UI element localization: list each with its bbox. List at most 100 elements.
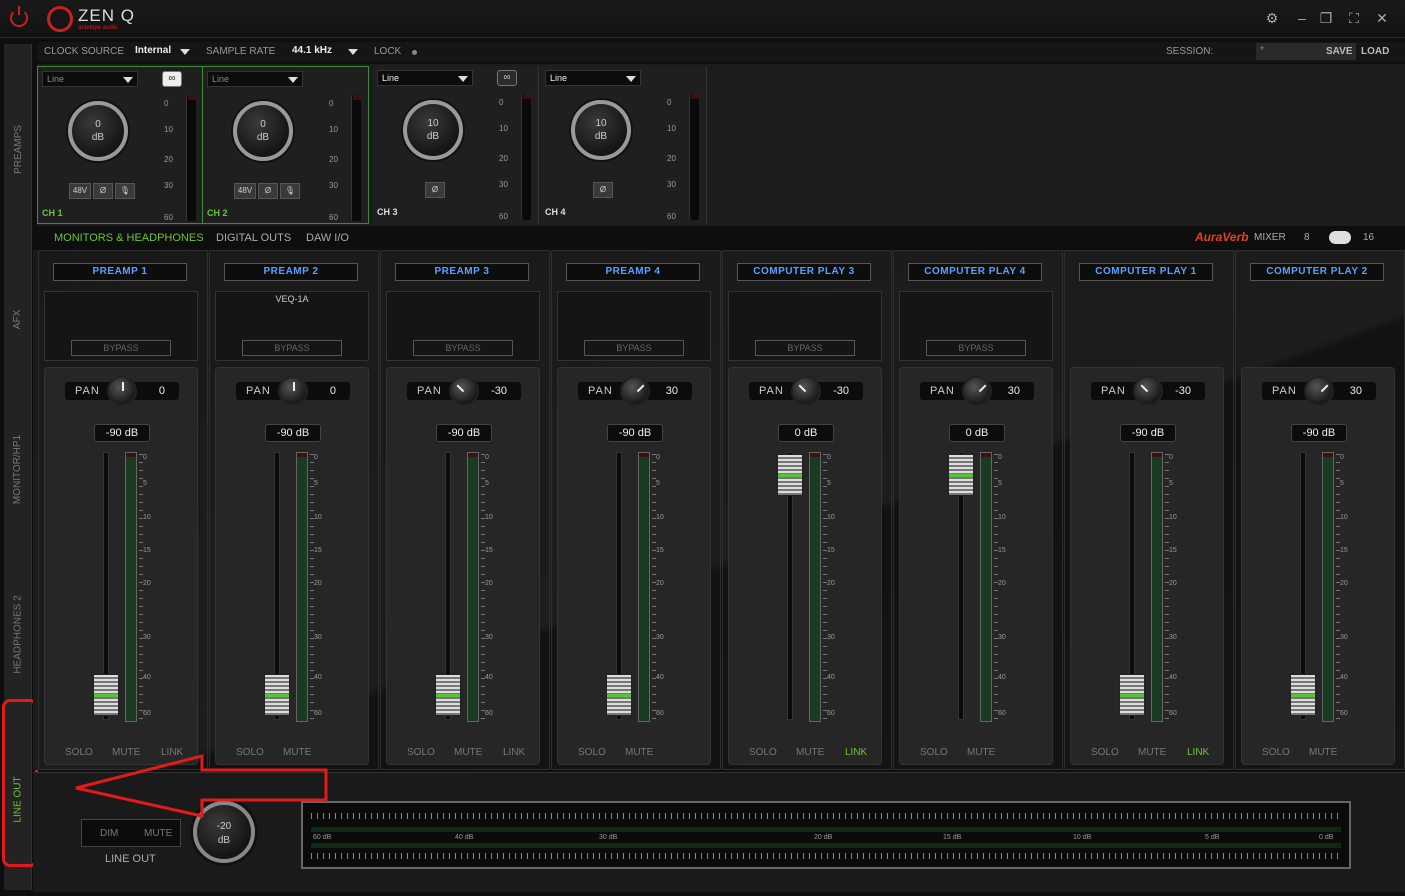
mixer-size-8[interactable]: 8 [1304, 232, 1310, 243]
fader-level-value[interactable]: 0 dB [778, 424, 834, 442]
chevron-down-icon[interactable] [180, 49, 190, 55]
preamp-channel-2[interactable]: Line 0 dB 48V Ø 🎙 CH 2 0 10 20 30 60 [203, 66, 369, 224]
fader-handle[interactable] [435, 674, 461, 716]
pan-knob[interactable] [449, 376, 479, 406]
link-icon[interactable]: ∞ [162, 71, 182, 87]
gain-knob[interactable]: 10 dB [403, 100, 463, 160]
fader-level-value[interactable]: -90 dB [436, 424, 492, 442]
solo-button[interactable]: SOLO [407, 747, 435, 758]
fader-handle[interactable] [606, 674, 632, 716]
restore-icon[interactable]: ❐ [1318, 10, 1334, 26]
fx-slot[interactable]: BYPASS [728, 291, 882, 361]
solo-button[interactable]: SOLO [578, 747, 606, 758]
phantom-48v-button[interactable]: 48V [234, 183, 256, 199]
channel-name[interactable]: PREAMP 4 [566, 263, 700, 281]
preamp-channel-3[interactable]: Line ∞ 10 dB Ø CH 3 0 10 20 30 60 [373, 66, 539, 224]
pan-knob[interactable] [620, 376, 650, 406]
pan-knob[interactable] [962, 376, 992, 406]
link-button[interactable]: LINK [1187, 747, 1209, 758]
mute-button[interactable]: MUTE [625, 747, 653, 758]
fx-slot[interactable]: BYPASS [899, 291, 1053, 361]
pan-knob[interactable] [278, 376, 308, 406]
fader-handle[interactable] [1119, 674, 1145, 716]
mute-button[interactable]: MUTE [1309, 747, 1337, 758]
gain-knob[interactable]: 0 dB [68, 101, 128, 161]
fader-level-value[interactable]: -90 dB [1120, 424, 1176, 442]
fx-slot[interactable]: VEQ-1A BYPASS [215, 291, 369, 361]
mute-button[interactable]: MUTE [796, 747, 824, 758]
gain-knob[interactable]: 10 dB [571, 100, 631, 160]
fader-level-value[interactable]: -90 dB [1291, 424, 1347, 442]
sidebar-item-preamps[interactable]: PREAMPS [4, 84, 32, 214]
auraverb-button[interactable]: AuraVerb [1195, 230, 1249, 244]
channel-name[interactable]: PREAMP 1 [53, 263, 187, 281]
mute-button[interactable]: MUTE [967, 747, 995, 758]
sample-rate-select[interactable]: 44.1 kHz [292, 45, 332, 56]
input-type-select[interactable]: Line [545, 70, 641, 86]
phase-button[interactable]: Ø [425, 182, 445, 198]
input-type-select[interactable]: Line [207, 71, 303, 87]
bypass-button[interactable]: BYPASS [584, 340, 684, 356]
tab-daw-io[interactable]: DAW I/O [306, 232, 349, 244]
bypass-button[interactable]: BYPASS [71, 340, 171, 356]
bypass-button[interactable]: BYPASS [242, 340, 342, 356]
close-icon[interactable]: ✕ [1374, 10, 1390, 26]
fader-handle[interactable] [264, 674, 290, 716]
tab-monitors-headphones[interactable]: MONITORS & HEADPHONES [54, 232, 204, 244]
link-button[interactable]: LINK [845, 747, 867, 758]
mixer-size-toggle[interactable] [1329, 231, 1351, 244]
channel-name[interactable]: PREAMP 3 [395, 263, 529, 281]
pan-knob[interactable] [107, 376, 137, 406]
mic-icon[interactable]: 🎙 [280, 183, 300, 199]
sidebar-item-afx[interactable]: AFX [4, 274, 32, 364]
tab-digital-outs[interactable]: DIGITAL OUTS [216, 232, 291, 244]
clock-source-select[interactable]: Internal [135, 45, 171, 56]
fx-slot[interactable]: BYPASS [386, 291, 540, 361]
phase-button[interactable]: Ø [258, 183, 278, 199]
dim-button[interactable]: DIM [100, 828, 118, 839]
gain-knob[interactable]: 0 dB [233, 101, 293, 161]
fader-handle[interactable] [93, 674, 119, 716]
power-icon[interactable] [10, 6, 28, 27]
pan-knob[interactable] [1304, 376, 1334, 406]
link-icon[interactable]: ∞ [497, 70, 517, 86]
lock-indicator[interactable] [412, 50, 417, 55]
preamp-channel-1[interactable]: Line ∞ 0 dB 48V Ø 🎙 CH 1 0 10 20 30 60 [37, 66, 203, 224]
fader-level-value[interactable]: -90 dB [607, 424, 663, 442]
bypass-button[interactable]: BYPASS [755, 340, 855, 356]
chevron-down-icon[interactable] [348, 49, 358, 55]
phantom-48v-button[interactable]: 48V [69, 183, 91, 199]
sidebar-item-headphones-2[interactable]: HEADPHONES 2 [4, 564, 32, 704]
fader-handle[interactable] [777, 454, 803, 496]
fader-level-value[interactable]: -90 dB [265, 424, 321, 442]
load-button[interactable]: LOAD [1361, 46, 1389, 57]
mute-button[interactable]: MUTE [1138, 747, 1166, 758]
solo-button[interactable]: SOLO [920, 747, 948, 758]
fader-level-value[interactable]: -90 dB [94, 424, 150, 442]
link-button[interactable]: LINK [503, 747, 525, 758]
phase-button[interactable]: Ø [593, 182, 613, 198]
channel-name[interactable]: COMPUTER PLAY 2 [1250, 263, 1384, 281]
fader-handle[interactable] [948, 454, 974, 496]
fader-level-value[interactable]: 0 dB [949, 424, 1005, 442]
mixer-size-16[interactable]: 16 [1363, 232, 1374, 243]
solo-button[interactable]: SOLO [749, 747, 777, 758]
channel-name[interactable]: COMPUTER PLAY 3 [737, 263, 871, 281]
channel-name[interactable]: COMPUTER PLAY 1 [1079, 263, 1213, 281]
fader-handle[interactable] [1290, 674, 1316, 716]
input-type-select[interactable]: Line [42, 71, 138, 87]
mute-button[interactable]: MUTE [144, 828, 172, 839]
channel-name[interactable]: COMPUTER PLAY 4 [908, 263, 1042, 281]
minimize-icon[interactable]: – [1294, 10, 1310, 26]
input-type-select[interactable]: Line [377, 70, 473, 86]
fx-slot[interactable]: BYPASS [44, 291, 198, 361]
fx-slot[interactable]: BYPASS [557, 291, 711, 361]
channel-name[interactable]: PREAMP 2 [224, 263, 358, 281]
save-button[interactable]: SAVE [1326, 46, 1353, 57]
preamp-channel-4[interactable]: Line 10 dB Ø CH 4 0 10 20 30 60 [541, 66, 707, 224]
mute-button[interactable]: MUTE [454, 747, 482, 758]
fullscreen-icon[interactable]: ⛶ [1346, 10, 1362, 26]
mic-icon[interactable]: 🎙 [115, 183, 135, 199]
pan-knob[interactable] [791, 376, 821, 406]
pan-knob[interactable] [1133, 376, 1163, 406]
